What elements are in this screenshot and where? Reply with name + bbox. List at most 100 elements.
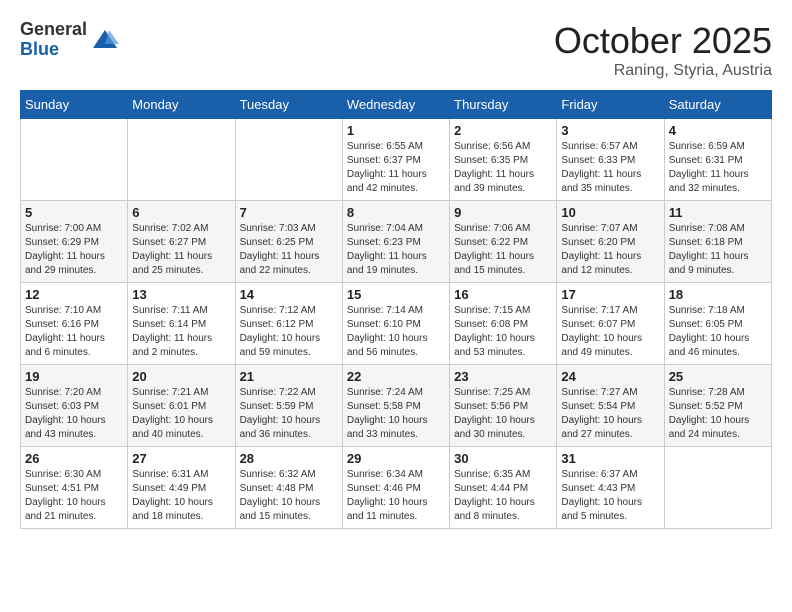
day-number: 18 — [669, 287, 767, 302]
calendar-table: SundayMondayTuesdayWednesdayThursdayFrid… — [20, 90, 772, 529]
day-info: Sunrise: 7:17 AM Sunset: 6:07 PM Dayligh… — [561, 304, 659, 360]
day-info: Sunrise: 6:31 AM Sunset: 4:49 PM Dayligh… — [132, 468, 230, 524]
day-info: Sunrise: 6:57 AM Sunset: 6:33 PM Dayligh… — [561, 140, 659, 196]
day-number: 12 — [25, 287, 123, 302]
day-info: Sunrise: 7:00 AM Sunset: 6:29 PM Dayligh… — [25, 222, 123, 278]
day-info: Sunrise: 7:22 AM Sunset: 5:59 PM Dayligh… — [240, 386, 338, 442]
day-info: Sunrise: 6:37 AM Sunset: 4:43 PM Dayligh… — [561, 468, 659, 524]
day-number: 5 — [25, 205, 123, 220]
day-number: 16 — [454, 287, 552, 302]
day-info: Sunrise: 7:18 AM Sunset: 6:05 PM Dayligh… — [669, 304, 767, 360]
calendar-cell: 14Sunrise: 7:12 AM Sunset: 6:12 PM Dayli… — [235, 283, 342, 365]
day-info: Sunrise: 7:24 AM Sunset: 5:58 PM Dayligh… — [347, 386, 445, 442]
calendar-cell: 4 Sunrise: 6:59 AM Sunset: 6:31 PM Daylig… — [664, 119, 771, 201]
calendar-cell: 15 Sunrise: 7:14 AM Sunset: 6:10 PM Dayli… — [342, 283, 449, 365]
day-info: Sunrise: 6:56 AM Sunset: 6:35 PM Dayligh… — [454, 140, 552, 196]
day-number: 19 — [25, 369, 123, 384]
day-info: Sunrise: 6:30 AM Sunset: 4:51 PM Dayligh… — [25, 468, 123, 524]
day-number: 23 — [454, 369, 552, 384]
day-number: 17 — [561, 287, 659, 302]
calendar-cell: 22 Sunrise: 7:24 AM Sunset: 5:58 PM Dayli… — [342, 365, 449, 447]
day-number: 31 — [561, 451, 659, 466]
location: Raning, Styria, Austria — [554, 62, 772, 80]
calendar-week-row: 19Sunrise: 7:20 AM Sunset: 6:03 PM Dayli… — [21, 365, 772, 447]
weekday-row: SundayMondayTuesdayWednesdayThursdayFrid… — [21, 91, 772, 119]
day-number: 6 — [132, 205, 230, 220]
calendar-cell: 27Sunrise: 6:31 AM Sunset: 4:49 PM Dayli… — [128, 447, 235, 529]
calendar-cell: 12 Sunrise: 7:10 AM Sunset: 6:16 PM Dayli… — [21, 283, 128, 365]
calendar-cell: 29Sunrise: 6:34 AM Sunset: 4:46 PM Dayli… — [342, 447, 449, 529]
day-info: Sunrise: 7:14 AM Sunset: 6:10 PM Dayligh… — [347, 304, 445, 360]
day-info: Sunrise: 6:32 AM Sunset: 4:48 PM Dayligh… — [240, 468, 338, 524]
day-number: 2 — [454, 123, 552, 138]
logo: General Blue — [20, 20, 119, 60]
day-number: 22 — [347, 369, 445, 384]
day-number: 15 — [347, 287, 445, 302]
calendar-cell: 19Sunrise: 7:20 AM Sunset: 6:03 PM Dayli… — [21, 365, 128, 447]
day-info: Sunrise: 7:12 AM Sunset: 6:12 PM Dayligh… — [240, 304, 338, 360]
day-number: 28 — [240, 451, 338, 466]
day-info: Sunrise: 7:27 AM Sunset: 5:54 PM Dayligh… — [561, 386, 659, 442]
calendar-cell — [235, 119, 342, 201]
calendar-week-row: 26 Sunrise: 6:30 AM Sunset: 4:51 PM Dayli… — [21, 447, 772, 529]
title-block: October 2025 Raning, Styria, Austria — [554, 20, 772, 80]
calendar-cell: 16Sunrise: 7:15 AM Sunset: 6:08 PM Dayli… — [450, 283, 557, 365]
weekday-header: Friday — [557, 91, 664, 119]
calendar-week-row: 5 Sunrise: 7:00 AM Sunset: 6:29 PM Daylig… — [21, 201, 772, 283]
day-number: 13 — [132, 287, 230, 302]
calendar-week-row: 1 Sunrise: 6:55 AM Sunset: 6:37 PM Daylig… — [21, 119, 772, 201]
day-number: 7 — [240, 205, 338, 220]
day-number: 9 — [454, 205, 552, 220]
calendar-cell: 24Sunrise: 7:27 AM Sunset: 5:54 PM Dayli… — [557, 365, 664, 447]
calendar-cell — [128, 119, 235, 201]
day-info: Sunrise: 7:28 AM Sunset: 5:52 PM Dayligh… — [669, 386, 767, 442]
day-info: Sunrise: 7:08 AM Sunset: 6:18 PM Dayligh… — [669, 222, 767, 278]
calendar-cell: 28 Sunrise: 6:32 AM Sunset: 4:48 PM Dayli… — [235, 447, 342, 529]
calendar-cell: 7 Sunrise: 7:03 AM Sunset: 6:25 PM Daylig… — [235, 201, 342, 283]
day-number: 30 — [454, 451, 552, 466]
calendar-cell: 9 Sunrise: 7:06 AM Sunset: 6:22 PM Daylig… — [450, 201, 557, 283]
calendar-cell: 11 Sunrise: 7:08 AM Sunset: 6:18 PM Dayli… — [664, 201, 771, 283]
calendar-week-row: 12 Sunrise: 7:10 AM Sunset: 6:16 PM Dayli… — [21, 283, 772, 365]
day-number: 26 — [25, 451, 123, 466]
calendar-cell: 2 Sunrise: 6:56 AM Sunset: 6:35 PM Daylig… — [450, 119, 557, 201]
day-info: Sunrise: 7:21 AM Sunset: 6:01 PM Dayligh… — [132, 386, 230, 442]
day-info: Sunrise: 7:02 AM Sunset: 6:27 PM Dayligh… — [132, 222, 230, 278]
calendar-cell: 21Sunrise: 7:22 AM Sunset: 5:59 PM Dayli… — [235, 365, 342, 447]
weekday-header: Saturday — [664, 91, 771, 119]
calendar-cell: 5 Sunrise: 7:00 AM Sunset: 6:29 PM Daylig… — [21, 201, 128, 283]
calendar-cell: 1 Sunrise: 6:55 AM Sunset: 6:37 PM Daylig… — [342, 119, 449, 201]
day-number: 1 — [347, 123, 445, 138]
day-info: Sunrise: 7:10 AM Sunset: 6:16 PM Dayligh… — [25, 304, 123, 360]
calendar-cell: 18 Sunrise: 7:18 AM Sunset: 6:05 PM Dayli… — [664, 283, 771, 365]
day-number: 4 — [669, 123, 767, 138]
day-info: Sunrise: 7:07 AM Sunset: 6:20 PM Dayligh… — [561, 222, 659, 278]
weekday-header: Monday — [128, 91, 235, 119]
day-info: Sunrise: 6:59 AM Sunset: 6:31 PM Dayligh… — [669, 140, 767, 196]
day-info: Sunrise: 6:55 AM Sunset: 6:37 PM Dayligh… — [347, 140, 445, 196]
day-info: Sunrise: 6:35 AM Sunset: 4:44 PM Dayligh… — [454, 468, 552, 524]
calendar-cell: 20 Sunrise: 7:21 AM Sunset: 6:01 PM Dayli… — [128, 365, 235, 447]
day-info: Sunrise: 7:06 AM Sunset: 6:22 PM Dayligh… — [454, 222, 552, 278]
calendar-body: 1 Sunrise: 6:55 AM Sunset: 6:37 PM Daylig… — [21, 119, 772, 529]
calendar-cell: 6 Sunrise: 7:02 AM Sunset: 6:27 PM Daylig… — [128, 201, 235, 283]
day-number: 10 — [561, 205, 659, 220]
calendar-cell: 30 Sunrise: 6:35 AM Sunset: 4:44 PM Dayli… — [450, 447, 557, 529]
page-header: General Blue October 2025 Raning, Styria… — [20, 20, 772, 80]
calendar-cell: 23 Sunrise: 7:25 AM Sunset: 5:56 PM Dayli… — [450, 365, 557, 447]
calendar-cell: 17 Sunrise: 7:17 AM Sunset: 6:07 PM Dayli… — [557, 283, 664, 365]
day-number: 11 — [669, 205, 767, 220]
day-number: 20 — [132, 369, 230, 384]
weekday-header: Sunday — [21, 91, 128, 119]
calendar-cell: 10 Sunrise: 7:07 AM Sunset: 6:20 PM Dayli… — [557, 201, 664, 283]
calendar-cell: 26 Sunrise: 6:30 AM Sunset: 4:51 PM Dayli… — [21, 447, 128, 529]
weekday-header: Tuesday — [235, 91, 342, 119]
day-info: Sunrise: 7:04 AM Sunset: 6:23 PM Dayligh… — [347, 222, 445, 278]
calendar-cell: 13Sunrise: 7:11 AM Sunset: 6:14 PM Dayli… — [128, 283, 235, 365]
day-info: Sunrise: 7:03 AM Sunset: 6:25 PM Dayligh… — [240, 222, 338, 278]
logo-blue: Blue — [20, 40, 87, 60]
logo-general: General — [20, 20, 87, 40]
calendar-cell — [664, 447, 771, 529]
day-info: Sunrise: 7:25 AM Sunset: 5:56 PM Dayligh… — [454, 386, 552, 442]
day-info: Sunrise: 6:34 AM Sunset: 4:46 PM Dayligh… — [347, 468, 445, 524]
